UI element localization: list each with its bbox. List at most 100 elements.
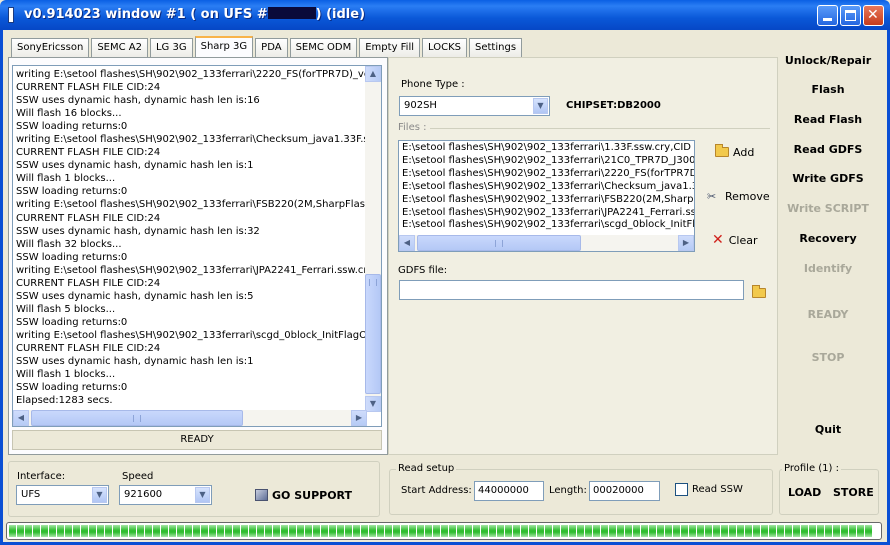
speed-select[interactable]: 921600 ▼ <box>119 485 212 505</box>
log-line: SSW uses dynamic hash, dynamic hash len … <box>16 225 260 237</box>
chevron-down-icon[interactable]: ▼ <box>195 487 210 503</box>
progress-block <box>97 525 104 537</box>
read-gdfs-button[interactable]: Read GDFS <box>778 143 878 156</box>
interface-select[interactable]: UFS ▼ <box>16 485 109 505</box>
add-file-button[interactable]: Add <box>715 144 755 159</box>
unlock-repair-button[interactable]: Unlock/Repair <box>778 54 878 67</box>
progress-block <box>241 525 248 537</box>
scroll-thumb[interactable] <box>365 274 381 394</box>
progress-block <box>177 525 184 537</box>
length-input[interactable]: 00020000 <box>589 481 660 501</box>
file-item[interactable]: E:\setool flashes\SH\902\902_133ferrari\… <box>402 207 694 220</box>
quit-button[interactable]: Quit <box>778 423 878 436</box>
maximize-button[interactable] <box>840 5 861 26</box>
tab-sonyericsson[interactable]: SonyEricsson <box>11 38 90 58</box>
progress-block <box>585 525 592 537</box>
read-ssw-checkbox[interactable] <box>675 483 688 496</box>
ready-status: READY <box>807 308 849 321</box>
stop-button[interactable]: STOP <box>778 351 878 364</box>
write-script-button[interactable]: Write SCRIPT <box>778 202 878 215</box>
chevron-down-icon[interactable]: ▼ <box>533 98 548 114</box>
file-item[interactable]: E:\setool flashes\SH\902\902_133ferrari\… <box>402 142 694 155</box>
phone-type-value: 902SH <box>404 100 437 111</box>
tab-locks[interactable]: LOCKS <box>422 38 468 58</box>
close-button[interactable]: ✕ <box>863 5 884 26</box>
start-address-input[interactable]: 44000000 <box>474 481 544 501</box>
scissors-icon: ✂ <box>707 190 717 203</box>
progress-block <box>793 525 800 537</box>
log-line: SSW uses dynamic hash, dynamic hash len … <box>16 95 260 107</box>
progress-block <box>761 525 768 537</box>
log-box[interactable]: writing E:\setool flashes\SH\902\902_133… <box>12 65 382 427</box>
progress-block <box>769 525 776 537</box>
divider <box>430 128 770 129</box>
scroll-up-icon[interactable]: ▲ <box>365 66 381 82</box>
progress-block <box>689 525 696 537</box>
progress-block <box>25 525 32 537</box>
chevron-down-icon[interactable]: ▼ <box>92 487 107 503</box>
identify-button[interactable]: Identify <box>778 262 878 275</box>
progress-block <box>609 525 616 537</box>
phone-type-select[interactable]: 902SH ▼ <box>399 96 550 116</box>
load-profile-button[interactable]: LOAD <box>788 486 821 499</box>
tab-empty-fill[interactable]: Empty Fill <box>359 38 421 58</box>
progress-block <box>497 525 504 537</box>
minimize-button[interactable] <box>817 5 838 26</box>
write-gdfs-button[interactable]: Write GDFS <box>778 172 878 185</box>
file-item[interactable]: E:\setool flashes\SH\902\902_133ferrari\… <box>402 181 694 194</box>
file-item[interactable]: E:\setool flashes\SH\902\902_133ferrari\… <box>402 219 694 232</box>
progress-block <box>537 525 544 537</box>
read-setup-title: Read setup <box>396 463 457 474</box>
tab-sharp-3g[interactable]: Sharp 3G <box>194 36 254 58</box>
close-icon: ✕ <box>867 7 879 23</box>
files-list[interactable]: E:\setool flashes\SH\902\902_133ferrari\… <box>398 140 695 252</box>
files-horizontal-scrollbar[interactable]: ◀ ▶ <box>399 235 694 251</box>
progress-block <box>17 525 24 537</box>
gdfs-file-input[interactable] <box>399 280 744 300</box>
log-vertical-scrollbar[interactable]: ▲ ▼ <box>365 66 381 412</box>
remove-file-button[interactable]: ✂ Remove <box>707 190 770 203</box>
tab-semc-a2[interactable]: SEMC A2 <box>91 38 148 58</box>
progress-block <box>825 525 832 537</box>
read-flash-button[interactable]: Read Flash <box>778 113 878 126</box>
clear-files-button[interactable]: ✕ Clear <box>712 232 758 248</box>
file-item[interactable]: E:\setool flashes\SH\902\902_133ferrari\… <box>402 194 694 207</box>
tab-pda[interactable]: PDA <box>255 38 288 58</box>
support-icon <box>255 489 268 501</box>
file-item[interactable]: E:\setool flashes\SH\902\902_133ferrari\… <box>402 168 694 181</box>
recovery-button[interactable]: Recovery <box>778 232 878 245</box>
scroll-down-icon[interactable]: ▼ <box>365 396 381 412</box>
flash-button[interactable]: Flash <box>778 83 878 96</box>
tab-semc-odm[interactable]: SEMC ODM <box>289 38 358 58</box>
log-line: Will flash 5 blocks... <box>16 303 116 315</box>
tab-lg-3g[interactable]: LG 3G <box>149 38 193 58</box>
sharp-config-panel <box>388 57 778 455</box>
progress-block <box>473 525 480 537</box>
log-horizontal-scrollbar[interactable]: ◀ ▶ <box>13 410 367 426</box>
add-label: Add <box>733 146 755 159</box>
progress-block <box>361 525 368 537</box>
grip-icon <box>133 415 141 422</box>
file-item[interactable]: E:\setool flashes\SH\902\902_133ferrari\… <box>402 155 694 168</box>
progress-block <box>545 525 552 537</box>
grip-icon <box>495 240 503 247</box>
progress-block <box>633 525 640 537</box>
tab-settings[interactable]: Settings <box>469 38 523 58</box>
scroll-left-icon[interactable]: ◀ <box>399 235 415 251</box>
folder-icon <box>715 144 729 157</box>
scroll-right-icon[interactable]: ▶ <box>678 235 694 251</box>
scroll-thumb[interactable] <box>31 410 243 426</box>
scroll-right-icon[interactable]: ▶ <box>351 410 367 426</box>
scroll-left-icon[interactable]: ◀ <box>13 410 29 426</box>
store-profile-button[interactable]: STORE <box>833 486 874 499</box>
log-line: Will flash 1 blocks... <box>16 173 116 185</box>
log-line: Will flash 16 blocks... <box>16 108 122 120</box>
log-line: writing E:\setool flashes\SH\902\902_133… <box>16 329 366 341</box>
browse-folder-icon[interactable] <box>752 285 766 298</box>
log-line: CURRENT FLASH FILE CID:24 <box>16 342 161 354</box>
progress-block <box>265 525 272 537</box>
progress-block <box>801 525 808 537</box>
go-support-button[interactable]: GO SUPPORT <box>255 489 352 502</box>
scroll-thumb[interactable] <box>417 235 581 251</box>
maximize-icon <box>845 10 856 21</box>
